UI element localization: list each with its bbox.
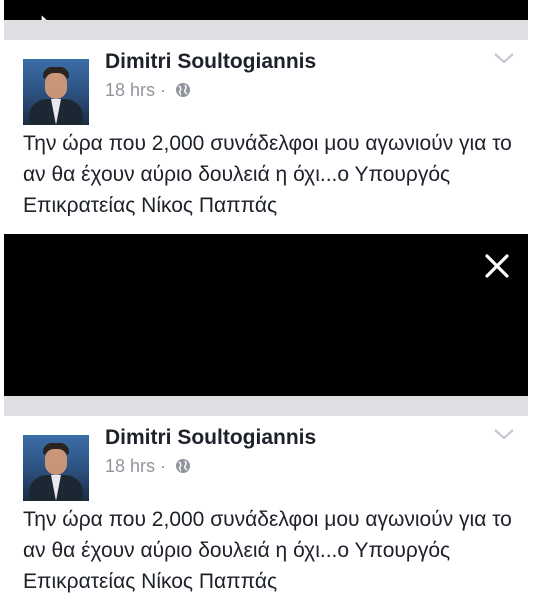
close-icon[interactable]: [482, 251, 512, 281]
post-card: Dimitri Soultogiannis 18 hrs · Την ώρα π…: [4, 40, 528, 216]
author-name[interactable]: Dimitri Soultogiannis: [105, 426, 316, 450]
post-timestamp[interactable]: 18 hrs: [105, 456, 155, 476]
post-meta: 18 hrs ·: [105, 80, 191, 101]
author-name[interactable]: Dimitri Soultogiannis: [105, 50, 316, 74]
post-card: Dimitri Soultogiannis 18 hrs · Την ώρα π…: [4, 416, 528, 602]
post-timestamp[interactable]: 18 hrs: [105, 80, 155, 100]
post-meta: 18 hrs ·: [105, 456, 191, 477]
chevron-down-icon[interactable]: [492, 50, 516, 66]
globe-icon[interactable]: [175, 82, 191, 98]
post-text: Την ώρα που 2,000 συνάδελφοι μου αγωνιού…: [23, 132, 512, 216]
black-overlay-middle: [4, 234, 528, 396]
meta-separator: ·: [160, 80, 167, 100]
post-text: Την ώρα που 2,000 συνάδελφοι μου αγωνιού…: [23, 508, 512, 593]
avatar[interactable]: [23, 59, 89, 125]
feed-divider-top: [4, 20, 528, 40]
chevron-down-icon[interactable]: [492, 426, 516, 442]
globe-icon[interactable]: [175, 458, 191, 474]
avatar[interactable]: [23, 435, 89, 501]
feed-divider-middle: [4, 396, 528, 416]
meta-separator: ·: [160, 456, 167, 476]
black-overlay-top: [4, 0, 528, 20]
